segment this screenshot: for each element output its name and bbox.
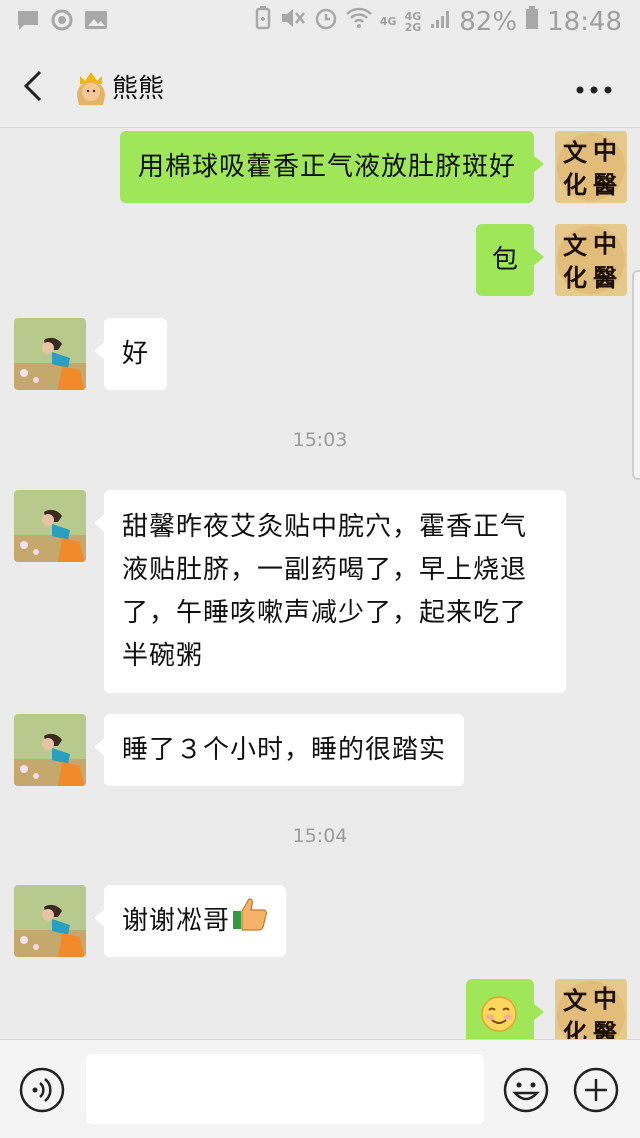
my-message-bubble[interactable]: 用棉球吸藿香正气液放肚脐斑好 (119, 131, 545, 203)
my-avatar[interactable]: 文 中 化 醫 (555, 131, 627, 203)
smiling-face-icon (480, 996, 518, 1039)
contact-message-bubble[interactable]: 谢谢凇哥 (93, 885, 287, 957)
contact-message-bubble[interactable]: 睡了３个小时，睡的很踏实 (93, 714, 465, 786)
message-line: 了，午睡咳嗽声减少了，起来吃了 (122, 598, 528, 628)
network-type-label: 4G (379, 15, 397, 28)
avatar-char-2: 中 (593, 229, 617, 258)
message-notification-icon (16, 8, 40, 32)
plus-icon[interactable] (572, 1066, 620, 1114)
message-line: 甜馨昨夜艾灸贴中脘穴，霍香正气 (122, 512, 528, 542)
message-text: 睡了３个小时，睡的很踏实 (122, 735, 447, 765)
my-message-bubble[interactable] (466, 979, 544, 1039)
contact-avatar[interactable] (14, 885, 86, 957)
message-list[interactable]: 用棉球吸藿香正气液放肚脐斑好 文 中 化 醫 包 文 中 化 醫 好 15:03… (0, 129, 640, 1039)
message-text: 用棉球吸藿香正气液放肚脐斑好 (137, 152, 516, 182)
emoji-icon[interactable] (502, 1066, 550, 1114)
clock: 18:48 (547, 6, 622, 37)
status-bar: 4G 4G 2G 82% 18:48 (0, 0, 640, 42)
sync-icon (50, 8, 74, 32)
avatar-char-2: 中 (593, 984, 617, 1013)
voice-icon[interactable] (18, 1066, 66, 1114)
wifi-icon (346, 6, 372, 37)
avatar-char-4: 醫 (593, 263, 617, 292)
contact-message-bubble[interactable]: 甜馨昨夜艾灸贴中脘穴，霍香正气 液贴肚脐，一副药喝了，早上烧退 了，午睡咳嗽声减… (94, 490, 566, 693)
message-text: 包 (492, 245, 520, 275)
avatar-char-4: 醫 (593, 1018, 617, 1039)
side-scroll-handle[interactable] (632, 270, 640, 480)
battery-percent: 82% (459, 6, 518, 37)
contact-avatar[interactable] (14, 714, 86, 786)
chat-header: 熊熊 (0, 42, 640, 128)
battery-icon (525, 6, 539, 37)
message-text: 谢谢凇哥 (122, 906, 231, 936)
input-bar (0, 1039, 640, 1138)
network-bottom-label: 2G (404, 20, 422, 34)
my-message-bubble[interactable]: 包 (476, 224, 544, 296)
status-right-icons: 4G 4G 2G 82% 18:48 (254, 6, 622, 37)
message-line: 半碗粥 (122, 641, 204, 671)
contact-avatar[interactable] (14, 490, 86, 562)
avatar-char-4: 醫 (593, 170, 617, 199)
dual-network-label: 4G 2G (405, 11, 422, 33)
message-input[interactable] (86, 1054, 484, 1124)
my-avatar[interactable]: 文 中 化 醫 (555, 224, 627, 296)
chat-title: 熊熊 (112, 74, 165, 104)
avatar-char-1: 文 (563, 138, 588, 167)
network-top-label: 4G (404, 9, 422, 23)
thumbs-up-icon (232, 897, 268, 945)
crown-person-icon (72, 66, 110, 106)
alarm-icon (314, 6, 338, 37)
more-options-icon[interactable] (574, 80, 614, 94)
avatar-char-3: 化 (563, 1018, 587, 1039)
avatar-char-1: 文 (563, 231, 588, 260)
timestamp: 15:04 (292, 825, 348, 847)
status-left-icons (16, 8, 108, 32)
message-text: 好 (122, 339, 150, 369)
avatar-char-3: 化 (563, 170, 587, 199)
avatar-char-1: 文 (563, 986, 588, 1015)
timestamp: 15:03 (292, 429, 348, 451)
battery-saver-icon (254, 6, 272, 37)
mute-icon (280, 6, 306, 37)
back-button[interactable] (18, 66, 52, 106)
my-avatar[interactable]: 文 中 化 醫 (555, 979, 627, 1039)
gallery-icon (84, 8, 108, 32)
message-line: 液贴肚脐，一副药喝了，早上烧退 (122, 555, 528, 585)
signal-icon (429, 7, 451, 37)
contact-avatar[interactable] (14, 318, 86, 390)
avatar-char-3: 化 (563, 263, 587, 292)
avatar-char-2: 中 (593, 136, 617, 165)
contact-message-bubble[interactable]: 好 (93, 318, 168, 390)
